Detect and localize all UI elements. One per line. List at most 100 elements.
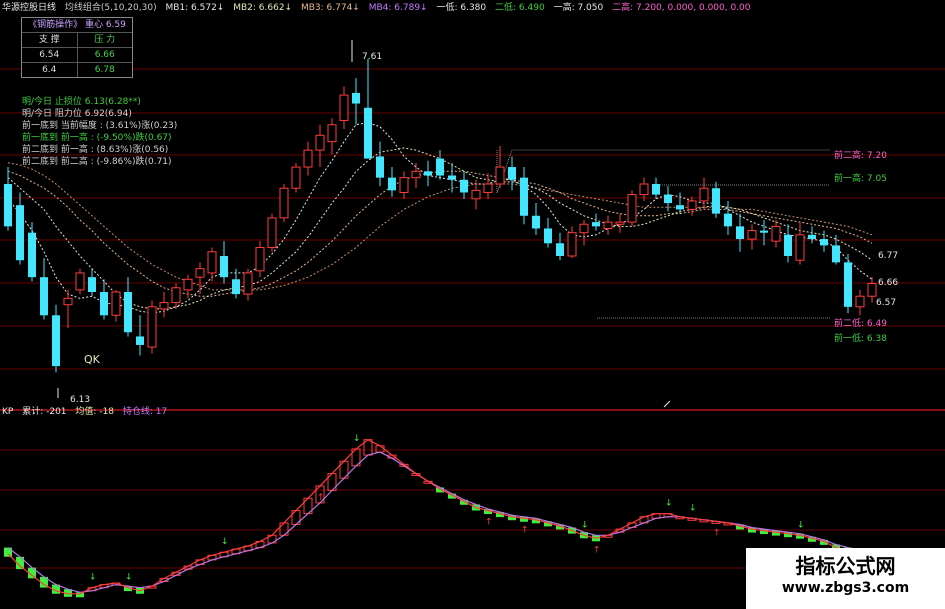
- candle-body-down: [676, 205, 684, 210]
- candle-body-up: [303, 149, 313, 168]
- candle-body-up: [255, 247, 265, 272]
- candle-body-up: [111, 291, 121, 316]
- header-res1: 一高: 7.050: [553, 3, 604, 13]
- candle-body-down: [664, 194, 672, 204]
- watermark-title: 指标公式网: [795, 554, 896, 578]
- candle-body-up: [411, 170, 421, 179]
- candle-body-up: [579, 223, 589, 234]
- watermark-url: www.zbgs3.com: [781, 580, 910, 596]
- chart-header: 华源控股日线 均线组合(5,10,20,30) MB1: 6.572↓ MB2:…: [2, 3, 757, 14]
- candle-body-up: [63, 297, 73, 306]
- candle-body-down: [520, 177, 528, 216]
- analysis-notes: 明/今日 止损位 6.13(6.28**) 明/今日 阻力位 6.92(6.94…: [22, 96, 177, 168]
- sell-arrow: ↓: [581, 520, 589, 530]
- candle-body-up: [483, 183, 493, 193]
- infobox-title: 《钢筋操作》 重心 6.59: [28, 20, 126, 30]
- right-value-2: 6.66: [878, 278, 899, 288]
- candle-body-up: [279, 187, 289, 219]
- qk-marker: QK: [84, 353, 100, 366]
- candle-body-down: [448, 175, 456, 180]
- candle-body-down: [844, 262, 852, 307]
- candle-body-down: [388, 177, 396, 191]
- candle-body-up: [495, 166, 505, 185]
- candle-body-down: [100, 292, 108, 316]
- candle-body-down: [52, 315, 60, 367]
- candle-body-down: [808, 234, 816, 240]
- right-value-1: 6.77: [878, 251, 899, 261]
- header-ma1: MB1: 6.572↓: [165, 3, 225, 13]
- candle-body-up: [267, 217, 277, 249]
- sell-arrow: ↓: [221, 537, 229, 547]
- prev2-low-label: 前二低: 6.49: [834, 319, 887, 329]
- candle-body-up: [171, 287, 181, 304]
- candle-body-down: [16, 205, 24, 261]
- osc-cumulative: 累计: -201: [22, 407, 67, 417]
- candle-body-down: [712, 188, 720, 214]
- osc-bar-red: [375, 445, 385, 453]
- header-formula: 均线组合(5,10,20,30): [64, 3, 157, 13]
- watermark-badge: 指标公式网 www.zbgs3.com: [746, 548, 945, 609]
- candle-body-down: [760, 230, 768, 233]
- prev2-high-label: 前二高: 7.20: [834, 151, 887, 161]
- col-support: 支 撑: [22, 33, 78, 47]
- candle-body-down: [832, 245, 840, 263]
- candle-body-up: [639, 183, 649, 196]
- candle-body-up: [747, 230, 757, 240]
- peak-price-label: 7.61: [362, 52, 383, 62]
- candle-body-up: [867, 283, 877, 297]
- sell-arrow: ↓: [797, 520, 805, 530]
- candle-body-down: [232, 279, 240, 295]
- candle-body-up: [315, 134, 325, 151]
- sell-arrow: ↓: [665, 499, 673, 509]
- osc-red-line: [7, 438, 873, 595]
- buy-arrow: ↑: [317, 493, 325, 503]
- candle-body-up: [147, 306, 157, 348]
- header-ma3: MB3: 6.774↓: [300, 3, 360, 13]
- candle-body-up: [291, 166, 301, 189]
- sell-arrow: ↓: [125, 573, 133, 583]
- osc-mean: 均值: -18: [75, 407, 115, 417]
- candle-body-up: [243, 272, 253, 295]
- candle-body-up: [699, 187, 709, 202]
- candle-body-down: [820, 239, 828, 246]
- candle-body-up: [471, 189, 481, 200]
- support-value-2: 6.4: [22, 63, 78, 77]
- candle-body-up: [627, 194, 637, 223]
- candle-body-down: [124, 292, 132, 333]
- osc-bar-green: [4, 547, 12, 557]
- candle-body-up: [339, 94, 349, 121]
- header-ma4: MB4: 6.789↓: [368, 3, 428, 13]
- prev1-low-label: 前一低: 6.38: [834, 334, 887, 344]
- osc-name: KP: [2, 407, 14, 417]
- note-prev1-low-high: 前一底到 前一高 : (-9.50%)跌(0.67): [22, 133, 172, 143]
- candle-body-up: [327, 124, 337, 143]
- header-sup2: 二低: 6.490: [495, 3, 545, 13]
- candle-body-down: [352, 92, 360, 104]
- candle-body-down: [40, 277, 48, 316]
- candle-body-up: [195, 268, 205, 278]
- candle-body-up: [75, 272, 85, 291]
- candle-body-down: [364, 107, 372, 159]
- right-value-3: 6.57: [876, 298, 897, 308]
- candle-body-down: [376, 156, 384, 178]
- header-app: 华源控股日线: [2, 3, 57, 13]
- header-res2: 二高: 7.200, 0.000, 0.000, 0.00: [612, 3, 751, 13]
- candle-body-down: [724, 213, 732, 227]
- candle-body-down: [136, 336, 144, 345]
- buy-arrow: ↑: [485, 518, 493, 528]
- prev1-high-label: 前一高: 7.05: [834, 174, 887, 184]
- note-current-range: 前一底到 当前幅度 : (3.61%)涨(0.23): [22, 121, 178, 131]
- candle-body-up: [687, 200, 697, 210]
- candle-body-up: [615, 221, 625, 225]
- candle-body-up: [567, 232, 577, 257]
- candle-body-down: [436, 158, 444, 176]
- candle-body-down: [556, 243, 564, 256]
- candle-body-up: [183, 278, 193, 291]
- chart-stage: ↑↑↑↑↑↑↑↓↓↓↓↓↓↓↓ 华源控股日线 均线组合(5,10,20,30) …: [0, 0, 945, 609]
- candlestick-chart: ↑↑↑↑↑↑↑↓↓↓↓↓↓↓↓: [0, 40, 945, 598]
- buy-arrow: ↑: [713, 528, 721, 538]
- sell-arrow: ↓: [689, 503, 697, 513]
- buy-arrow: ↑: [593, 545, 601, 555]
- osc-position-line: 持仓线: 17: [122, 407, 168, 417]
- prev2-high-line: [496, 149, 830, 194]
